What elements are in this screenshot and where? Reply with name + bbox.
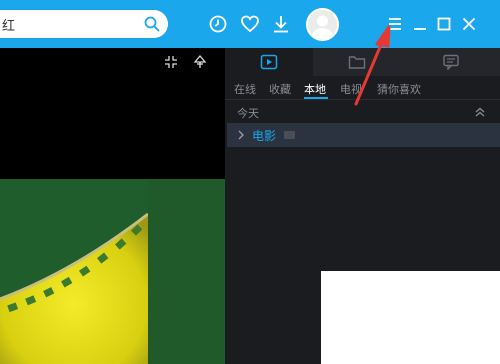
- film-strip-graphic: [0, 212, 148, 364]
- chevron-right-icon[interactable]: [237, 130, 245, 140]
- search-box[interactable]: 红: [0, 10, 168, 38]
- folder-icon: [348, 56, 366, 69]
- close-icon[interactable]: [459, 14, 479, 34]
- heart-icon[interactable]: [240, 14, 260, 34]
- subtab-tv[interactable]: 电视: [340, 81, 362, 97]
- panel-tab-bar: [225, 48, 500, 76]
- tab-files[interactable]: [313, 48, 401, 76]
- section-title: 今天: [237, 107, 259, 120]
- play-list-icon: [260, 54, 278, 70]
- active-tab-indicator: [304, 97, 328, 99]
- video-player[interactable]: [0, 48, 225, 364]
- chat-icon: [442, 54, 459, 70]
- subtab-favorites[interactable]: 收藏: [269, 81, 291, 97]
- avatar[interactable]: [306, 8, 339, 41]
- sub-tab-bar: 在线 收藏 本地 电视 猜你喜欢: [225, 76, 500, 100]
- list-item-folder[interactable]: 电影: [227, 123, 500, 147]
- exit-fullscreen-icon[interactable]: [163, 54, 179, 70]
- history-icon[interactable]: [208, 14, 228, 34]
- folder-icon: [284, 131, 295, 139]
- tab-playlist[interactable]: [225, 48, 313, 76]
- pin-icon[interactable]: [192, 54, 208, 70]
- blank-area: [321, 271, 500, 364]
- minimize-icon[interactable]: [410, 14, 430, 34]
- tab-chat[interactable]: [401, 48, 500, 76]
- search-input[interactable]: 红: [2, 15, 15, 34]
- subtab-recommend[interactable]: 猜你喜欢: [377, 81, 421, 97]
- user-icon: [311, 15, 334, 39]
- folder-name: 电影: [252, 129, 277, 143]
- section-header: 今天: [225, 102, 500, 122]
- maximize-icon[interactable]: [434, 14, 454, 34]
- menu-icon[interactable]: [385, 14, 405, 34]
- subtab-local[interactable]: 本地: [304, 81, 326, 97]
- download-icon[interactable]: [271, 14, 291, 34]
- film-reel-image: [0, 179, 148, 364]
- collapse-icon[interactable]: [474, 106, 486, 118]
- title-bar: 红: [0, 0, 500, 48]
- search-icon[interactable]: [144, 16, 160, 32]
- subtab-online[interactable]: 在线: [234, 81, 256, 97]
- app-window: 红 在线 收藏 本地 电视 猜你喜欢 今天 电影: [0, 0, 500, 364]
- video-frame-edge: [148, 179, 225, 364]
